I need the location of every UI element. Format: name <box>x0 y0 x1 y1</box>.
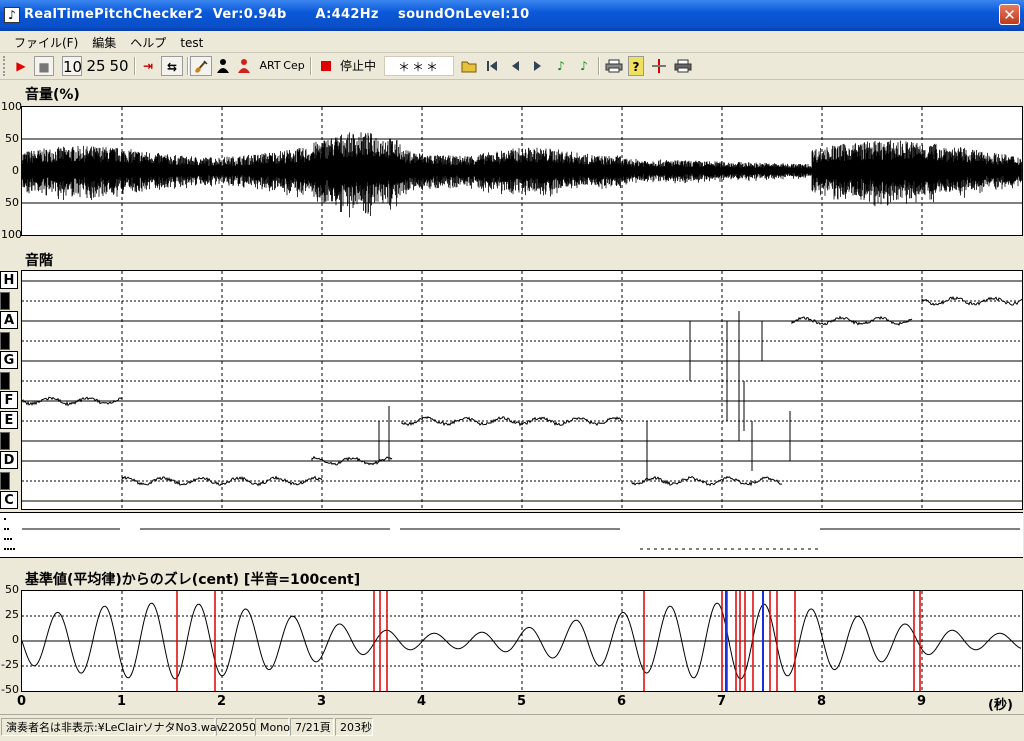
menu-help[interactable]: ヘルプ <box>123 31 173 54</box>
speed-50-button[interactable]: 50 <box>108 56 130 76</box>
player-icon[interactable] <box>214 56 232 76</box>
menu-file[interactable]: ファイル(F) <box>7 31 85 54</box>
strip-marker <box>4 538 6 540</box>
strip-marker <box>4 528 6 530</box>
note-green-outline-icon[interactable]: ♪ <box>576 56 592 76</box>
note-label-d: D <box>0 451 18 469</box>
volume-tick: 0 <box>12 164 19 177</box>
first-page-icon[interactable] <box>483 56 501 76</box>
deviation-tick: 0 <box>12 633 19 646</box>
help-icon[interactable]: ? <box>628 56 644 76</box>
strip-marker <box>7 538 9 540</box>
time-tick: 3 <box>317 694 327 709</box>
status-sample-rate: 22050 <box>216 718 256 736</box>
time-tick: 1 <box>117 694 127 709</box>
status-label: 停止中 <box>339 59 376 73</box>
loop-icon[interactable]: ⇆ <box>161 56 183 76</box>
deviation-graph[interactable] <box>21 590 1023 692</box>
time-unit-label: (秒) <box>988 698 1013 713</box>
pitch-graph[interactable] <box>21 270 1023 510</box>
black-key <box>0 372 10 390</box>
deviation-tick: 50 <box>5 583 19 596</box>
toolbar-separator <box>187 57 189 75</box>
volume-tick: 100 <box>1 100 22 113</box>
volume-tick: 50 <box>5 132 19 145</box>
info-display: ＊＊＊ <box>384 56 454 76</box>
time-tick: 4 <box>417 694 427 709</box>
cep-button[interactable]: Cep <box>283 56 305 76</box>
stop-icon[interactable]: ■ <box>34 56 54 76</box>
toolbar-separator <box>134 57 136 75</box>
strip-marker <box>13 548 15 550</box>
status-file: 演奏者名は非表示:¥LeClairソナタNo3.wav <box>1 718 223 736</box>
crosshair-icon[interactable] <box>650 56 668 76</box>
volume-section-title: 音量(%) <box>25 87 80 103</box>
black-key <box>0 332 10 350</box>
strip-marker <box>7 528 9 530</box>
close-button[interactable]: ✕ <box>999 4 1020 25</box>
music-note-icon: ♪ <box>4 7 20 23</box>
strip-marker <box>10 548 12 550</box>
strip-marker <box>4 548 6 550</box>
record-stop-icon[interactable] <box>318 56 334 76</box>
black-key <box>0 432 10 450</box>
status-bar: 演奏者名は非表示:¥LeClairソナタNo3.wav 22050 Mono 7… <box>0 714 1024 741</box>
deviation-tick: 25 <box>5 608 19 621</box>
strip-marker <box>4 518 6 520</box>
strip-marker <box>10 538 12 540</box>
volume-graph[interactable] <box>21 106 1023 236</box>
menu-edit[interactable]: 編集 <box>85 31 123 54</box>
open-folder-icon[interactable] <box>460 56 480 76</box>
toolbar-grip[interactable] <box>3 56 9 76</box>
note-event-strip <box>0 512 1023 558</box>
note-label-f: F <box>0 391 18 409</box>
note-label-c: C <box>0 491 18 509</box>
menu-test[interactable]: test <box>173 33 210 53</box>
volume-tick: 100 <box>1 228 22 241</box>
time-tick: 7 <box>717 694 727 709</box>
window-title: RealTimePitchChecker2 Ver:0.94b A:442Hz … <box>24 7 530 22</box>
note-green-icon[interactable]: ♪ <box>553 56 569 76</box>
skip-to-end-icon[interactable]: ⇥ <box>138 56 158 76</box>
strip-marker <box>7 548 9 550</box>
status-page: 7/21頁 <box>290 718 334 736</box>
time-tick: 2 <box>217 694 227 709</box>
title-bar: ♪ RealTimePitchChecker2 Ver:0.94b A:442H… <box>0 0 1024 31</box>
next-page-icon[interactable] <box>529 56 547 76</box>
note-label-e: E <box>0 411 18 429</box>
black-key <box>0 472 10 490</box>
black-key <box>0 292 10 310</box>
speed-25-button[interactable]: 25 <box>85 56 107 76</box>
deviation-section-title: 基準値(平均律)からのズレ(cent) [半音=100cent] <box>25 572 361 588</box>
time-tick: 6 <box>617 694 627 709</box>
time-tick: 5 <box>517 694 527 709</box>
status-duration: 203秒 <box>335 718 373 736</box>
time-tick: 0 <box>17 694 27 709</box>
scale-section-title: 音階 <box>25 253 53 269</box>
note-label-g: G <box>0 351 18 369</box>
deviation-tick: -25 <box>1 658 19 671</box>
time-tick: 8 <box>817 694 827 709</box>
violin-icon[interactable] <box>190 56 212 76</box>
art-button[interactable]: ART <box>258 56 282 76</box>
player-red-icon[interactable] <box>235 56 253 76</box>
volume-tick: 50 <box>5 196 19 209</box>
time-tick: 9 <box>917 694 927 709</box>
prev-page-icon[interactable] <box>506 56 524 76</box>
note-label-a: A <box>0 311 18 329</box>
note-label-h: H <box>0 271 18 289</box>
printer-icon[interactable] <box>604 56 624 76</box>
menu-bar: ファイル(F) 編集 ヘルプ test <box>0 31 1024 53</box>
play-icon[interactable]: ▶ <box>12 56 30 76</box>
toolbar-separator <box>598 57 600 75</box>
toolbar: ▶ ■ 10 25 50 ⇥ ⇆ ART Cep 停止中 ＊＊＊ ♪ ♪ ? <box>0 53 1024 80</box>
printer-2-icon[interactable] <box>673 56 693 76</box>
speed-10-button[interactable]: 10 <box>62 56 82 76</box>
status-channels: Mono <box>255 718 290 736</box>
toolbar-separator <box>310 57 312 75</box>
